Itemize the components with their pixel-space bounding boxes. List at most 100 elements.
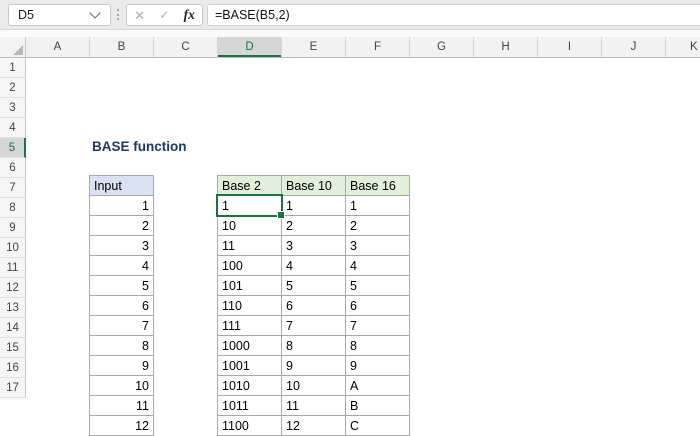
column-header-h[interactable]: H (474, 37, 538, 57)
cell-d7[interactable]: 11 (218, 236, 282, 256)
cell-b13[interactable]: 9 (90, 356, 154, 376)
formula-input[interactable]: =BASE(B5,2) (207, 4, 700, 26)
cell-f15[interactable]: B (346, 396, 410, 416)
cell-b14[interactable]: 10 (90, 376, 154, 396)
row-header-column: 1 2 3 4 5 6 7 8 9 10 11 12 13 14 15 16 17 (0, 58, 26, 400)
sheet-title[interactable]: BASE function (92, 136, 187, 156)
cell-f14[interactable]: A (346, 376, 410, 396)
cell-b10[interactable]: 6 (90, 296, 154, 316)
cell-f5[interactable]: 1 (346, 196, 410, 216)
column-header-a[interactable]: A (26, 37, 90, 57)
cell-f10[interactable]: 6 (346, 296, 410, 316)
cell-e8[interactable]: 4 (282, 256, 346, 276)
cell-e14[interactable]: 10 (282, 376, 346, 396)
insert-function-icon[interactable]: fx (184, 8, 195, 22)
row-header-3[interactable]: 3 (0, 98, 26, 118)
column-header-c[interactable]: C (154, 37, 218, 57)
row-header-8[interactable]: 8 (0, 198, 26, 218)
cell-e9[interactable]: 5 (282, 276, 346, 296)
cell-d12[interactable]: 1000 (218, 336, 282, 356)
cell-e5[interactable]: 1 (282, 196, 346, 216)
row-header-12[interactable]: 12 (0, 278, 26, 298)
cell-e6[interactable]: 2 (282, 216, 346, 236)
cell-d10[interactable]: 110 (218, 296, 282, 316)
column-header-k[interactable]: K (666, 37, 700, 57)
cell-e12[interactable]: 8 (282, 336, 346, 356)
cell-d5[interactable]: 1 (218, 196, 282, 216)
cell-f9[interactable]: 5 (346, 276, 410, 296)
cell-d4-base2-header[interactable]: Base 2 (218, 176, 282, 196)
cell-e10[interactable]: 6 (282, 296, 346, 316)
cell-e7[interactable]: 3 (282, 236, 346, 256)
cell-b6[interactable]: 2 (90, 216, 154, 236)
cell-b9[interactable]: 5 (90, 276, 154, 296)
row-header-11[interactable]: 11 (0, 258, 26, 278)
cell-b4-input-header[interactable]: Input (90, 176, 154, 196)
cell-b8[interactable]: 4 (90, 256, 154, 276)
formula-bar: D5 ✕ ✓ fx =BASE(B5,2) (0, 0, 700, 30)
formula-text: =BASE(B5,2) (215, 8, 290, 22)
cell-f6[interactable]: 2 (346, 216, 410, 236)
toolbar-spacer (0, 30, 700, 37)
select-all-triangle-icon (13, 45, 23, 55)
name-box[interactable]: D5 (8, 4, 111, 26)
cell-f16[interactable]: C (346, 416, 410, 436)
row-header-17[interactable]: 17 (0, 378, 26, 398)
column-header-row: ABCDEFGHIJK (0, 37, 700, 58)
cell-b7[interactable]: 3 (90, 236, 154, 256)
cell-f7[interactable]: 3 (346, 236, 410, 256)
cell-d14[interactable]: 1010 (218, 376, 282, 396)
column-header-d[interactable]: D (218, 37, 282, 57)
cell-e13[interactable]: 9 (282, 356, 346, 376)
cell-d9[interactable]: 101 (218, 276, 282, 296)
column-header-j[interactable]: J (602, 37, 666, 57)
cell-d8[interactable]: 100 (218, 256, 282, 276)
cell-e16[interactable]: 12 (282, 416, 346, 436)
excel-window: D5 ✕ ✓ fx =BASE(B5,2) ABCDEFGHIJK 123456… (0, 0, 700, 436)
column-header-b[interactable]: B (90, 37, 154, 57)
column-header-i[interactable]: I (538, 37, 602, 57)
sheet-area[interactable]: 1 2 3 4 5 6 7 8 9 10 11 12 13 14 15 16 17 BASE function … (0, 58, 700, 436)
cell-e4-base10-header[interactable]: Base 10 (282, 176, 346, 196)
row-header-2[interactable]: 2 (0, 78, 26, 98)
column-header-f[interactable]: F (346, 37, 410, 57)
cell-d15[interactable]: 1011 (218, 396, 282, 416)
cancel-icon[interactable]: ✕ (134, 9, 145, 22)
cell-f13[interactable]: 9 (346, 356, 410, 376)
base-table: Base 2 Base 10 Base 16 1 1 1 10 2 2 11 3 3 100 4 4 1… (217, 175, 410, 436)
row-header-16[interactable]: 16 (0, 358, 26, 378)
row-header-15[interactable]: 15 (0, 338, 26, 358)
row-header-5[interactable]: 5 (0, 138, 26, 158)
cell-b12[interactable]: 8 (90, 336, 154, 356)
name-box-value: D5 (18, 8, 34, 22)
column-header-g[interactable]: G (410, 37, 474, 57)
row-header-4[interactable]: 4 (0, 118, 26, 138)
cell-f11[interactable]: 7 (346, 316, 410, 336)
cell-b5[interactable]: 1 (90, 196, 154, 216)
cell-b11[interactable]: 7 (90, 316, 154, 336)
row-header-10[interactable]: 10 (0, 238, 26, 258)
column-header-e[interactable]: E (282, 37, 346, 57)
input-table: Input 1 2 3 4 5 6 7 8 9 10 11 12 (89, 175, 154, 436)
cell-b16[interactable]: 12 (90, 416, 154, 436)
formula-buttons: ✕ ✓ fx (126, 4, 203, 26)
row-header-1[interactable]: 1 (0, 58, 26, 78)
cell-f12[interactable]: 8 (346, 336, 410, 356)
enter-icon[interactable]: ✓ (159, 9, 169, 21)
cell-f4-base16-header[interactable]: Base 16 (346, 176, 410, 196)
row-header-9[interactable]: 9 (0, 218, 26, 238)
chevron-down-icon[interactable] (89, 7, 101, 19)
cell-b15[interactable]: 11 (90, 396, 154, 416)
cell-d11[interactable]: 111 (218, 316, 282, 336)
cell-d16[interactable]: 1100 (218, 416, 282, 436)
cell-e15[interactable]: 11 (282, 396, 346, 416)
row-header-7[interactable]: 7 (0, 178, 26, 198)
row-header-13[interactable]: 13 (0, 298, 26, 318)
cell-d13[interactable]: 1001 (218, 356, 282, 376)
cell-d6[interactable]: 10 (218, 216, 282, 236)
row-header-14[interactable]: 14 (0, 318, 26, 338)
row-header-6[interactable]: 6 (0, 158, 26, 178)
cell-f8[interactable]: 4 (346, 256, 410, 276)
select-all-button[interactable] (0, 37, 26, 57)
cell-e11[interactable]: 7 (282, 316, 346, 336)
